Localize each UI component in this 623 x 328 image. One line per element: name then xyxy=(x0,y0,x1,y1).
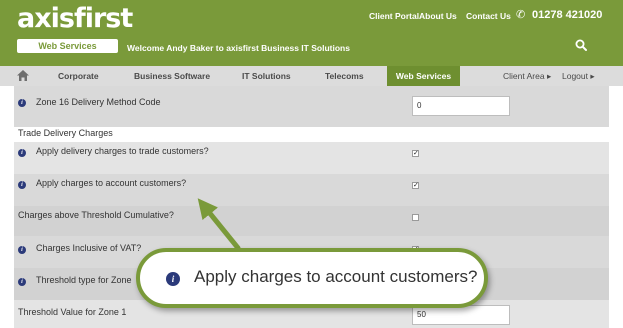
apply-account-row: i Apply charges to account customers? ✓ xyxy=(14,174,609,206)
logo-subtitle: Web Services xyxy=(17,39,118,53)
nav-telecoms[interactable]: Telecoms xyxy=(325,66,364,86)
threshold-value-label: Threshold Value for Zone 1 xyxy=(18,307,127,317)
nav-business-software[interactable]: Business Software xyxy=(134,66,210,86)
nav-logout[interactable]: Logout ▸ xyxy=(562,66,595,86)
client-portal-link[interactable]: Client Portal xyxy=(369,11,419,21)
nav-corporate[interactable]: Corporate xyxy=(58,66,99,86)
site-header: axisfirst Web Services Welcome Andy Bake… xyxy=(0,0,623,66)
apply-trade-checkbox[interactable]: ✓ xyxy=(412,150,419,157)
nav-client-area[interactable]: Client Area ▸ xyxy=(503,66,551,86)
section-trade-delivery: Trade Delivery Charges xyxy=(18,128,113,138)
home-icon[interactable] xyxy=(17,70,29,81)
logo-wordmark: axisfirst xyxy=(17,3,133,34)
threshold-type-label: Threshold type for Zone xyxy=(36,275,132,285)
welcome-message: Welcome Andy Baker to axisfirst Business… xyxy=(127,43,350,53)
nav-web-services[interactable]: Web Services xyxy=(387,66,460,86)
info-icon[interactable]: i xyxy=(18,149,26,157)
phone-number[interactable]: 01278 421020 xyxy=(532,9,602,21)
about-us-link[interactable]: About Us xyxy=(419,11,457,21)
nav-it-solutions[interactable]: IT Solutions xyxy=(242,66,291,86)
inclusive-vat-label: Charges Inclusive of VAT? xyxy=(36,243,142,253)
info-icon[interactable]: i xyxy=(18,278,26,286)
callout-text: Apply charges to account customers? xyxy=(194,267,478,286)
apply-account-label: Apply charges to account customers? xyxy=(36,178,187,188)
zone16-label: Zone 16 Delivery Method Code xyxy=(36,97,161,107)
apply-trade-label: Apply delivery charges to trade customer… xyxy=(36,146,209,156)
contact-us-link[interactable]: Contact Us xyxy=(466,11,511,21)
apply-account-checkbox[interactable]: ✓ xyxy=(412,182,419,189)
main-nav: Corporate Business Software IT Solutions… xyxy=(0,66,623,86)
info-icon[interactable]: i xyxy=(18,246,26,254)
apply-trade-row: i Apply delivery charges to trade custom… xyxy=(14,142,609,174)
callout-bubble: i Apply charges to account customers? xyxy=(136,248,488,308)
threshold-cumulative-row: Charges above Threshold Cumulative? xyxy=(14,206,609,236)
zone16-row: i Zone 16 Delivery Method Code 0 xyxy=(14,86,609,127)
threshold-cumulative-checkbox[interactable] xyxy=(412,214,419,221)
phone-icon: ✆ xyxy=(516,9,526,21)
info-icon[interactable]: i xyxy=(18,181,26,189)
search-icon[interactable] xyxy=(575,39,587,51)
info-icon[interactable]: i xyxy=(18,99,26,107)
info-icon: i xyxy=(166,272,180,286)
zone16-input[interactable]: 0 xyxy=(412,96,510,116)
threshold-value-input[interactable]: 50 xyxy=(412,305,510,325)
axisfirst-logo[interactable]: axisfirst Web Services xyxy=(17,3,133,53)
threshold-cumulative-label: Charges above Threshold Cumulative? xyxy=(18,210,174,220)
